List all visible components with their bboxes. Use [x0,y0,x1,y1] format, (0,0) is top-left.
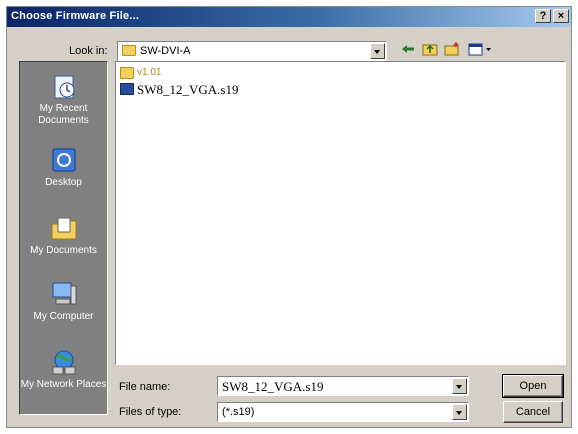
place-my-computer[interactable]: My Computer [20,280,107,323]
files-of-type-label: Files of type: [119,406,182,418]
choose-firmware-dialog: Choose Firmware File... ? × Look in: SW-… [6,6,572,428]
place-my-network-places[interactable]: My Network Places [20,348,107,391]
open-button[interactable]: Open [502,374,564,398]
place-label: My Network Places [20,379,107,390]
close-button[interactable]: × [553,9,569,23]
places-bar: My Recent Documents Desktop My Documents… [19,61,108,415]
file-list[interactable]: v1.01 SW8_12_VGA.s19 [115,61,566,365]
recent-documents-icon [49,72,79,100]
folder-icon [122,45,136,56]
look-in-label: Look in: [69,45,108,57]
folder-icon [120,67,134,79]
file-name: v1.01 [137,67,162,78]
desktop-icon [49,146,79,174]
chevron-down-icon[interactable] [452,404,467,420]
chevron-down-icon[interactable] [452,378,467,394]
look-in-value: SW-DVI-A [140,45,191,57]
place-label: My Documents [30,245,97,256]
help-button[interactable]: ? [535,9,551,23]
place-desktop[interactable]: Desktop [20,146,107,189]
file-icon [120,83,134,95]
title-bar[interactable]: Choose Firmware File... ? × [7,7,571,27]
back-arrow-icon[interactable] [399,41,417,57]
my-documents-icon [49,214,79,242]
network-places-icon [49,348,79,376]
file-name: SW8_12_VGA.s19 [137,82,239,97]
file-type-value: (*.s19) [222,406,255,418]
place-label: My Computer [33,311,94,322]
chevron-down-icon[interactable] [370,43,385,59]
look-in-dropdown[interactable]: SW-DVI-A [117,41,387,61]
my-computer-icon [49,280,79,308]
file-name-input[interactable]: SW8_12_VGA.s19 [217,376,469,396]
new-folder-icon[interactable] [443,41,461,57]
file-name-label: File name: [119,381,171,393]
place-my-documents[interactable]: My Documents [20,214,107,257]
place-my-recent-documents[interactable]: My Recent Documents [20,72,107,127]
file-name-value: SW8_12_VGA.s19 [222,379,324,394]
place-label: My Recent Documents [38,103,89,126]
cancel-button[interactable]: Cancel [503,401,563,423]
up-folder-icon[interactable] [421,41,439,57]
view-menu-icon[interactable] [467,41,493,57]
window-title: Choose Firmware File... [11,10,140,22]
place-label: Desktop [45,177,82,188]
file-type-dropdown[interactable]: (*.s19) [217,402,469,422]
